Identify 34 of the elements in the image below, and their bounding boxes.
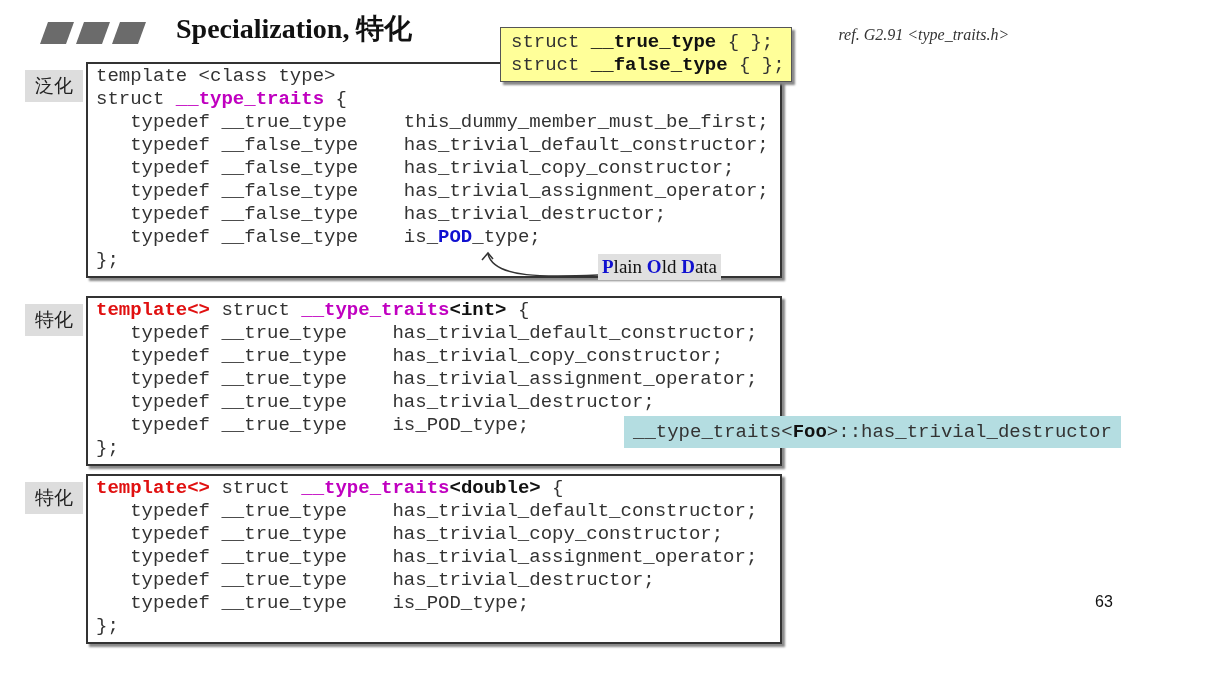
code-line: struct __type_traits { (96, 88, 347, 111)
code-line: typedef __false_type has_trivial_assignment_operator; (129, 180, 769, 203)
code-line: typedef __true_type has_trivial_copy_constructor; (129, 523, 724, 546)
code-line: typedef __true_type has_trivial_default_constructor; (129, 322, 758, 345)
code-line: struct __false_type { }; (511, 54, 785, 77)
reference-note: ref. G2.91 <type_traits.h> (838, 26, 1010, 44)
code-line: typedef __false_type has_trivial_copy_constructor; (129, 157, 735, 180)
code-line: }; (96, 437, 119, 460)
expression-label: __type_traits<Foo>::has_trivial_destructor (624, 416, 1121, 448)
parallelogram-bars-icon (40, 22, 146, 44)
code-line: typedef __true_type has_trivial_destructor; (129, 391, 655, 414)
code-line: typedef __false_type is_POD_type; (129, 226, 541, 249)
code-line: template <class type> (96, 65, 336, 88)
code-line: }; (96, 249, 119, 272)
code-line: typedef __true_type this_dummy_member_must_be_first; (129, 111, 769, 134)
code-line: typedef __true_type has_trivial_default_constructor; (129, 500, 758, 523)
section-label: 特化 (25, 304, 83, 336)
code-line: typedef __true_type is_POD_type; (129, 414, 530, 437)
code-line: typedef __true_type is_POD_type; (129, 592, 530, 615)
code-line: }; (96, 615, 119, 638)
callout-label: Plain Old Data (598, 254, 722, 280)
code-line: template<> struct __type_traits<int> { (96, 299, 530, 322)
code-line: typedef __true_type has_trivial_destructor; (129, 569, 655, 592)
code-line: typedef __false_type has_trivial_destructor; (129, 203, 667, 226)
slide-title: Specialization, 特化 (176, 12, 413, 46)
code-line: typedef __true_type has_trivial_copy_constructor; (129, 345, 724, 368)
page-number: 63 (1095, 593, 1113, 611)
section-label: 特化 (25, 482, 83, 514)
code-line: template<> struct __type_traits<double> { (96, 477, 564, 500)
code-line: typedef __false_type has_trivial_default_constructor; (129, 134, 769, 157)
code-line: typedef __true_type has_trivial_assignment_operator; (129, 546, 758, 569)
code-line: typedef __true_type has_trivial_assignment_operator; (129, 368, 758, 391)
section-label: 泛化 (25, 70, 83, 102)
code-line: struct __true_type { }; (511, 31, 774, 54)
